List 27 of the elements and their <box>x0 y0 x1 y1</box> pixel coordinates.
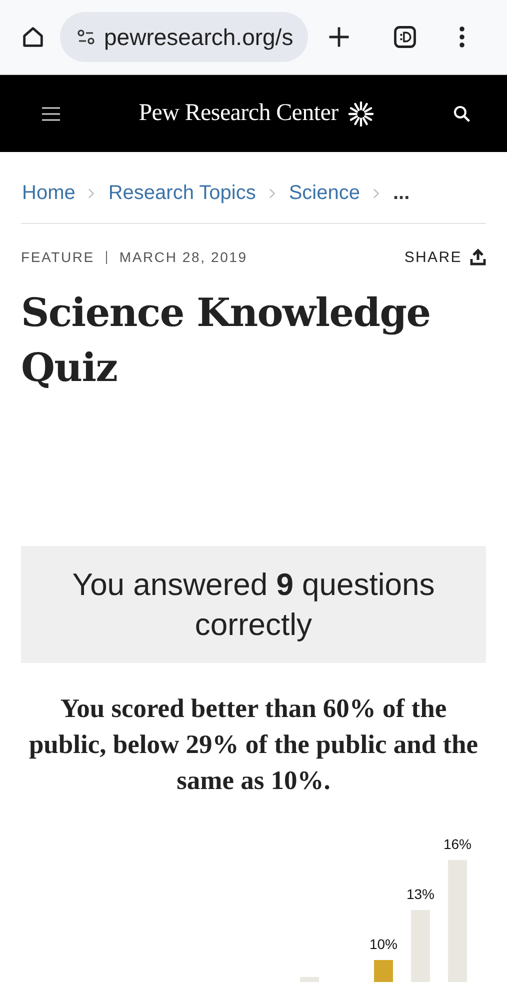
site-logo-text[interactable]: Pew Research Center <box>138 100 338 127</box>
breadcrumb-link[interactable]: Research Topics <box>108 182 256 205</box>
breadcrumb-ellipsis[interactable]: ... <box>393 182 410 205</box>
site-settings-icon[interactable] <box>76 27 96 47</box>
share-button[interactable]: SHARE <box>404 248 486 266</box>
more-menu-icon[interactable] <box>458 24 466 50</box>
bar-value-label: 10% <box>369 936 398 952</box>
chevron-icon <box>373 188 380 199</box>
article-date: MARCH 28, 2019 <box>119 249 248 265</box>
home-icon[interactable] <box>20 24 46 50</box>
menu-icon[interactable] <box>42 106 60 120</box>
sunburst-logo-icon <box>348 100 374 126</box>
result-banner: You answered 9 questions correctly <box>21 546 486 663</box>
share-icon[interactable] <box>470 248 486 266</box>
article-type: FEATURE <box>21 249 94 265</box>
tabs-icon[interactable] <box>392 24 418 50</box>
bar-value-label: 16% <box>443 836 472 852</box>
chevron-icon <box>88 188 96 199</box>
score-summary: You scored better than 60% of the public, below 29% of the public and the same as 10%. <box>28 692 480 797</box>
address-bar[interactable]: pewresearch.org/s <box>60 12 308 62</box>
breadcrumb-link[interactable]: Home <box>22 182 76 205</box>
bar-value-label: 13% <box>406 886 435 902</box>
chevron-icon <box>268 188 276 199</box>
search-icon[interactable] <box>453 104 471 122</box>
breadcrumb-link[interactable]: Science <box>288 182 360 205</box>
page-title: Science Knowledge Quiz <box>21 289 432 393</box>
url-text: pewresearch.org/s <box>104 24 294 50</box>
